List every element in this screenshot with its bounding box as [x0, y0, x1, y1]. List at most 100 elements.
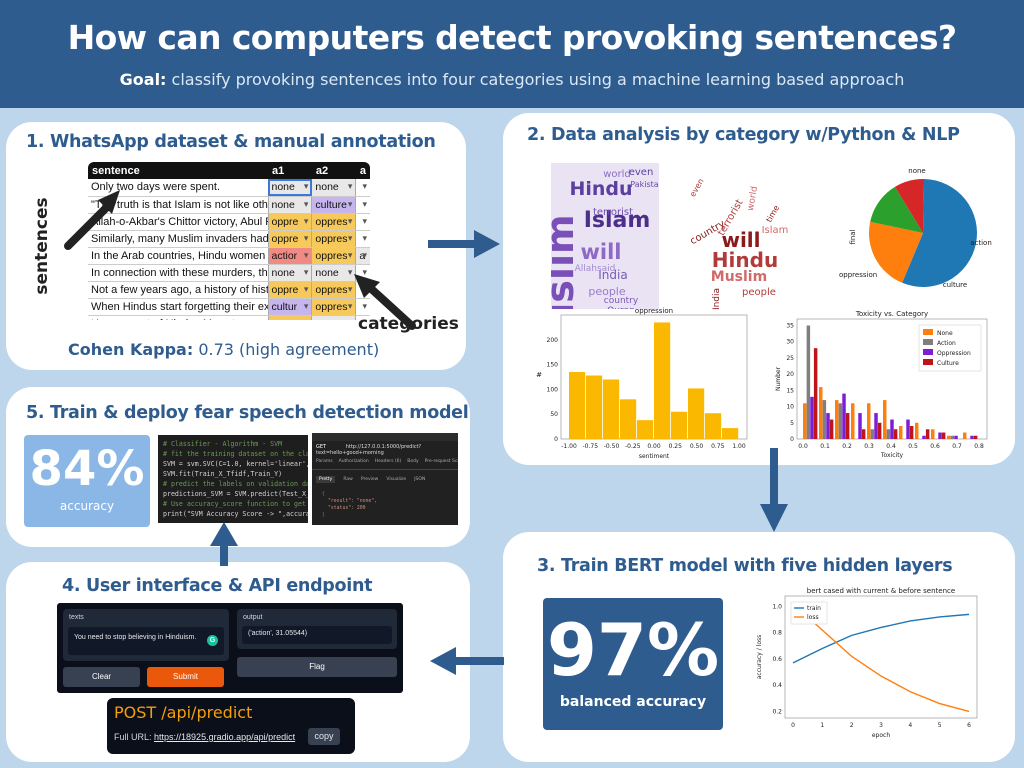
- hist-xtick: -1.00: [561, 443, 577, 450]
- accuracy-value: 84%: [29, 441, 145, 497]
- categories-label: categories: [358, 314, 459, 334]
- pie-ylabel: final: [849, 229, 857, 244]
- cell-a2: oppres: [311, 247, 356, 265]
- panel-bert: 3. Train BERT model with five hidden lay…: [503, 532, 1015, 762]
- tox-xtick: 0.8: [974, 443, 984, 450]
- wordcloud-word: time: [764, 204, 781, 224]
- cohen-value: 0.73 (high agreement): [198, 340, 380, 359]
- tox-bar: [822, 400, 827, 439]
- tox-legend-swatch: [923, 339, 933, 345]
- code-line: # fit the training dataset on the classi…: [163, 450, 308, 458]
- submit-button[interactable]: Submit: [147, 667, 224, 687]
- tox-bar: [899, 426, 903, 439]
- sentences-arrow: [64, 190, 120, 250]
- tox-xtick: 0.3: [864, 443, 874, 450]
- copy-button[interactable]: copy: [308, 728, 340, 745]
- hist-xtick: -0.25: [625, 443, 641, 450]
- bert-xtick: 1: [820, 722, 824, 729]
- tox-bar: [931, 429, 935, 439]
- tox-bar: [970, 435, 974, 439]
- api-fullurl-row: Full URL: https://18925.gradio.app/api/p…: [114, 732, 295, 742]
- postman-tab[interactable]: Body: [407, 459, 418, 464]
- pie-label: oppression: [839, 271, 877, 279]
- tox-xtick: 0.6: [930, 443, 940, 450]
- hist-bar: [620, 399, 637, 439]
- tox-legend: None Action Oppression Culture: [918, 324, 982, 372]
- arrow-4-to-5: [210, 522, 238, 566]
- tox-bar: [950, 435, 955, 439]
- wordcloud-word: will: [581, 240, 622, 264]
- output-label: output: [243, 614, 263, 621]
- postman-url: http://127.0.0.1:5000/predict?text=hello…: [316, 444, 422, 456]
- wordcloud-word: Muslim: [711, 269, 767, 285]
- tox-bar: [874, 413, 878, 439]
- cell-a1: none: [267, 196, 312, 214]
- tox-xtick: 0.0: [798, 443, 808, 450]
- tox-legend-swatch: [923, 359, 933, 365]
- panel-dataset-title: 1. WhatsApp dataset & manual annotation: [26, 132, 436, 152]
- bert-xtick: 5: [938, 722, 942, 729]
- clear-button[interactable]: Clear: [63, 667, 140, 687]
- bert-ytick: 0.8: [772, 630, 782, 637]
- tox-bar: [829, 419, 834, 439]
- hand-words: willHinduMuslimcountrypeopleIslamIndiate…: [688, 177, 788, 310]
- wordcloud-word: even: [629, 167, 654, 178]
- bert-ytick: 0.4: [772, 682, 782, 689]
- cell-a1: oppre: [267, 315, 312, 320]
- arrow-3-to-4: [430, 647, 504, 675]
- cohen-kappa: Cohen Kappa: 0.73 (high agreement): [68, 340, 379, 359]
- balanced-accuracy-caption: balanced accuracy: [559, 694, 707, 710]
- tox-bar: [890, 419, 894, 439]
- postman-response-tab[interactable]: Raw: [343, 477, 352, 482]
- api-endpoint-card: POST /api/predict Full URL: https://1892…: [107, 698, 355, 754]
- bert-xlabel: epoch: [872, 732, 890, 739]
- postman-response-tab[interactable]: Visualize: [386, 477, 406, 482]
- panel-dataset: 1. WhatsApp dataset & manual annotation …: [6, 122, 466, 370]
- col-a1: a1: [268, 162, 312, 179]
- postman-response-tab[interactable]: Pretty: [316, 476, 336, 483]
- hist-xlabel: sentiment: [639, 453, 670, 460]
- wordcloud-hand: will Hindu Muslim country people Islam India te…: [679, 159, 793, 313]
- bert-ytick: 0.2: [772, 708, 782, 715]
- code-line: # predict the labels on validation datas…: [163, 480, 308, 488]
- postman-tab[interactable]: Pre-request Script: [425, 459, 458, 464]
- cell-a3: [355, 196, 370, 214]
- accuracy-box: 84% accuracy: [24, 435, 150, 527]
- tox-xtick: 0.2: [842, 443, 852, 450]
- bert-xtick: 0: [791, 722, 795, 729]
- postman-tab[interactable]: Headers (6): [375, 459, 402, 464]
- hist-ylabel: #: [536, 371, 542, 379]
- hist-bar: [603, 379, 620, 439]
- postman-tab[interactable]: Authorization: [339, 459, 369, 464]
- hist-ytick: 100: [547, 386, 559, 393]
- tox-bar: [906, 419, 910, 439]
- fullurl-link[interactable]: https://18925.gradio.app/api/predict: [154, 732, 295, 742]
- tox-ytick: 5: [790, 420, 794, 427]
- cell-a3: [355, 179, 370, 197]
- panel-analysis: 2. Data analysis by category w/Python & …: [503, 113, 1015, 465]
- tox-legend-swatch: [923, 329, 933, 335]
- hist-ytick: 200: [547, 337, 559, 344]
- code-line: predictions_SVM = SVM.predict(Test_X_Tfi…: [163, 490, 308, 498]
- tox-bar: [858, 413, 862, 439]
- page-title: How can computers detect provoking sente…: [67, 18, 957, 57]
- pie-label: action: [970, 239, 992, 247]
- postman-response: { "result": "none", "status": 200 }: [322, 492, 378, 518]
- tox-ylabel: Number: [775, 366, 782, 391]
- postman-response-tab[interactable]: JSON: [414, 477, 425, 482]
- bert-training-chart: bert cased with current & before sentenc…: [756, 587, 978, 739]
- tox-bar: [826, 413, 830, 439]
- flag-button[interactable]: Flag: [237, 657, 397, 677]
- grammarly-icon: G: [207, 635, 218, 646]
- hist-xtick: -0.50: [604, 443, 620, 450]
- bert-xtick: 3: [879, 722, 883, 729]
- postman-tab[interactable]: Params: [316, 459, 333, 464]
- tox-bar: [893, 429, 898, 439]
- hist-bar: [654, 322, 671, 439]
- bert-legend: train loss: [790, 601, 828, 625]
- input-textarea[interactable]: You need to stop believing in Hinduism. …: [68, 627, 224, 655]
- table-row: When Hindus start forgetting their exist…: [88, 298, 370, 316]
- panel-deploy-title: 5. Train & deploy fear speech detection …: [26, 403, 469, 423]
- bert-xtick: 6: [967, 722, 971, 729]
- postman-response-tab[interactable]: Preview: [361, 477, 379, 482]
